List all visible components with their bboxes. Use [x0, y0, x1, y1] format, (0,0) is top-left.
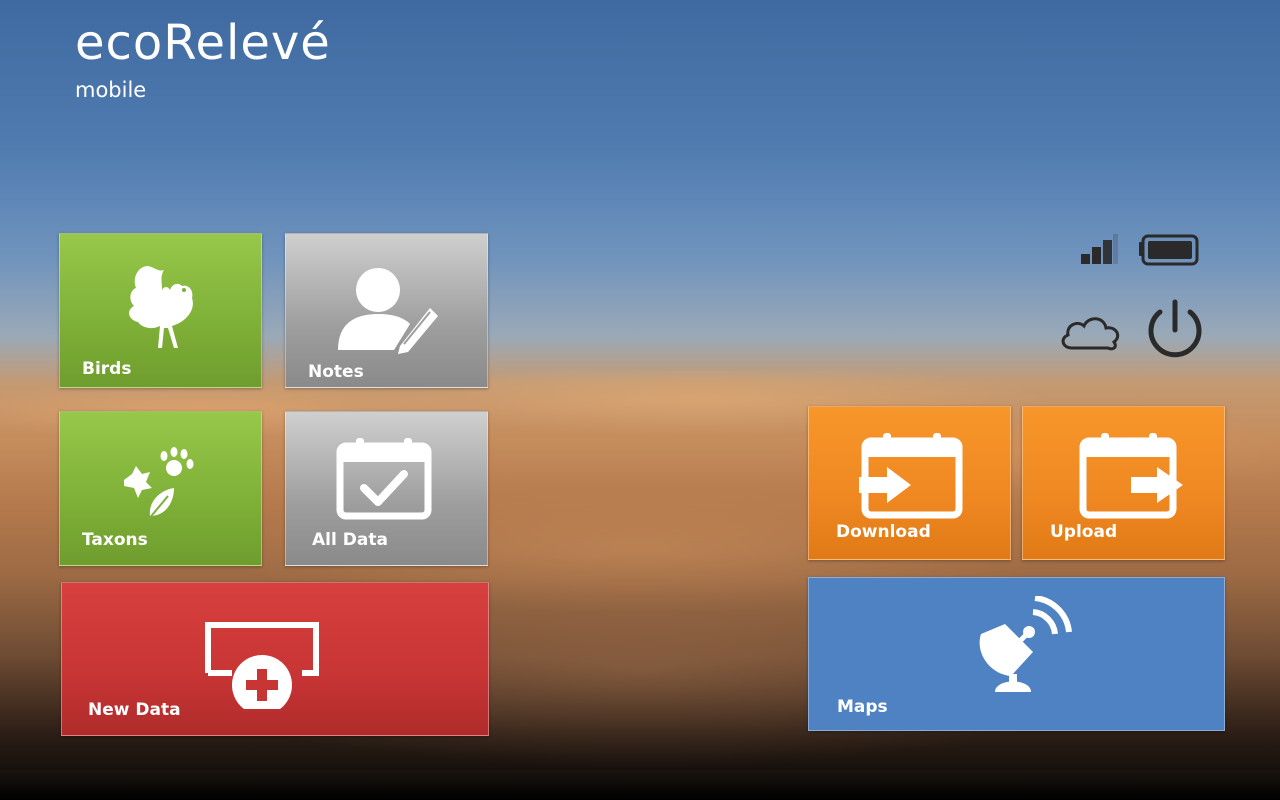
calendar-import-icon [859, 433, 963, 519]
maps-label: Maps [837, 697, 888, 717]
app-branding: ecoRelevé mobile [75, 14, 331, 102]
birds-label: Birds [82, 359, 132, 379]
signal-icon [1081, 234, 1118, 264]
cloud-icon[interactable] [1058, 310, 1124, 354]
maps-tile[interactable]: Maps [808, 577, 1225, 731]
add-screen-icon [205, 622, 319, 709]
all-data-tile[interactable]: All Data [285, 411, 488, 566]
paw-leaf-icon [124, 447, 194, 521]
notes-label: Notes [308, 362, 364, 382]
download-tile[interactable]: Download [808, 406, 1011, 560]
battery-icon [1139, 234, 1199, 266]
bottom-bar [0, 770, 1280, 800]
new-data-tile[interactable]: New Data [61, 582, 489, 736]
taxons-label: Taxons [82, 530, 148, 550]
upload-label: Upload [1050, 522, 1118, 542]
birds-tile[interactable]: Birds [59, 233, 262, 388]
bird-icon [129, 266, 193, 348]
calendar-export-icon [1079, 433, 1183, 519]
download-label: Download [836, 522, 931, 542]
user-edit-icon [338, 268, 438, 354]
new-data-label: New Data [88, 700, 181, 720]
app-title: ecoRelevé [75, 15, 331, 71]
satellite-dish-icon [979, 596, 1072, 692]
app-subtitle: mobile [75, 78, 147, 102]
upload-tile[interactable]: Upload [1022, 406, 1225, 560]
taxons-tile[interactable]: Taxons [59, 411, 262, 566]
all-data-label: All Data [312, 530, 388, 550]
notes-tile[interactable]: Notes [285, 233, 488, 388]
power-icon[interactable] [1140, 298, 1212, 360]
calendar-check-icon [336, 438, 432, 520]
